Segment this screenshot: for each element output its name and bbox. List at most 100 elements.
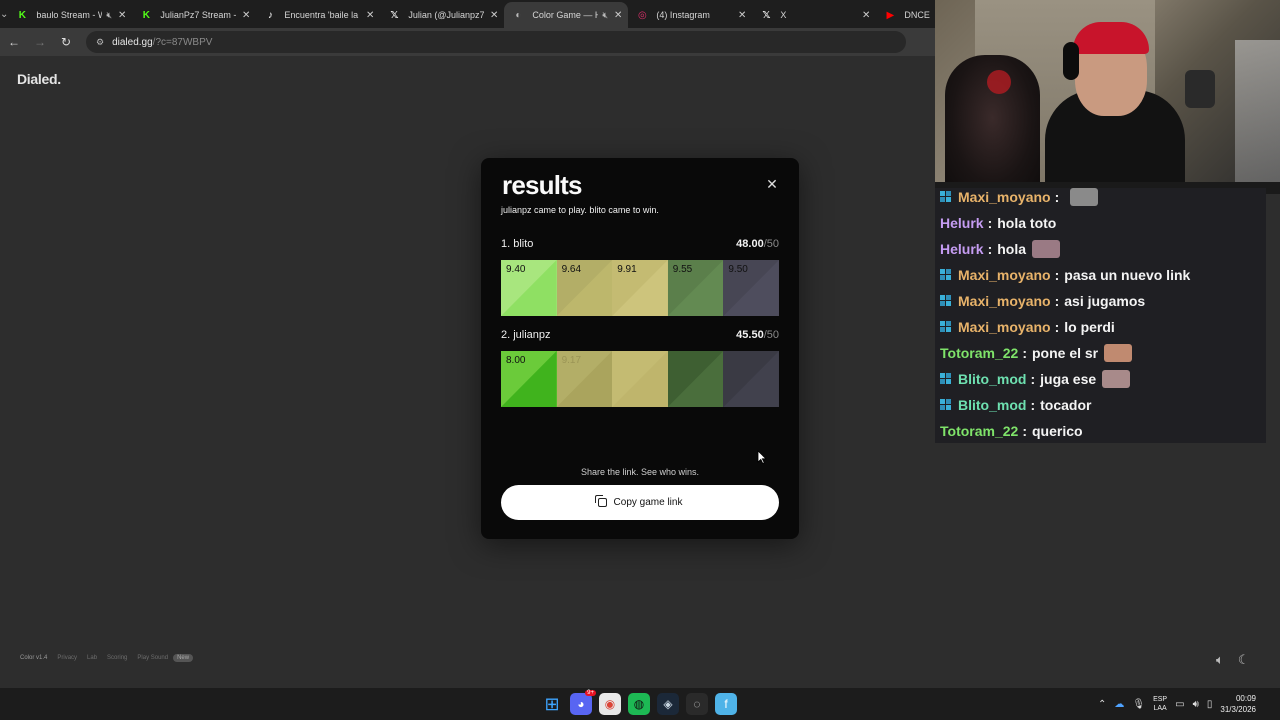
- round-score: 9.64: [561, 264, 582, 275]
- instagram-icon: ◎: [638, 9, 647, 21]
- page-controls: 🔈︎ ☾: [1216, 652, 1249, 668]
- url-bar[interactable]: ⚙ dialed.gg/?c=87WBPV: [86, 31, 906, 53]
- close-tab-icon[interactable]: ✕: [490, 10, 498, 21]
- browser-tab[interactable]: 𝕏 X ✕: [752, 2, 876, 28]
- reload-icon[interactable]: ↻: [54, 30, 78, 54]
- chat-separator: :: [1022, 423, 1027, 439]
- chat-username[interactable]: Maxi_moyano: [958, 293, 1051, 309]
- cloud-icon[interactable]: ☁: [1114, 699, 1124, 710]
- spotify-icon[interactable]: ◍: [628, 693, 650, 715]
- url-host: dialed.gg: [112, 36, 153, 48]
- player-score: 45.50/50: [736, 329, 779, 341]
- footer-link-lab[interactable]: Lab: [87, 655, 97, 661]
- new-badge: New: [173, 654, 194, 662]
- browser-tab[interactable]: 𝕏 Julian (@Julianpz7) / ✕: [380, 2, 504, 28]
- chevron-up-icon[interactable]: ⌃: [1098, 699, 1106, 710]
- chat-username[interactable]: Maxi_moyano: [958, 189, 1051, 205]
- copy-game-link-button[interactable]: Copy game link: [501, 485, 779, 520]
- close-tab-icon[interactable]: ✕: [614, 10, 622, 21]
- url-path: /?c=87WBPV: [152, 36, 213, 48]
- chat-username[interactable]: Helurk: [940, 241, 984, 257]
- display-icon[interactable]: ▭: [1175, 699, 1184, 710]
- chrome-icon[interactable]: ◉: [599, 693, 621, 715]
- steam-icon[interactable]: ◈: [657, 693, 679, 715]
- chat-separator: :: [1022, 345, 1027, 361]
- browser-tab[interactable]: K JulianPz7 Stream - Ki ✕: [132, 2, 256, 28]
- mute-icon[interactable]: 🔇︎: [602, 10, 608, 21]
- system-tray: ⌃ ☁ 🎙︎ ESP LAA ▭ 🔊︎ ▯ 00:09 31/3/2026: [1098, 688, 1256, 720]
- filmora-icon[interactable]: f: [715, 693, 737, 715]
- chat-message: Totoram_22: pone el sr: [935, 340, 1266, 366]
- chat-text: hola toto: [997, 215, 1057, 231]
- chat-username[interactable]: Blito_mod: [958, 371, 1026, 387]
- clock[interactable]: 00:09 31/3/2026: [1220, 693, 1256, 715]
- color-swatch: 9.55: [667, 260, 724, 316]
- browser-tab-bar: ⌄ Kbaulo Stream - W 🔇︎ ✕ K JulianPz7 Stream …: [0, 0, 935, 28]
- browser-tab[interactable]: ♪ Encuentra 'baile la ch ✕: [256, 2, 380, 28]
- moon-icon[interactable]: ☾: [1238, 652, 1250, 668]
- chat-username[interactable]: Totoram_22: [940, 345, 1018, 361]
- tab-search-menu-icon[interactable]: ⌄: [0, 0, 8, 28]
- chat-message: Maxi_moyano: pasa un nuevo link: [935, 262, 1266, 288]
- back-arrow-icon[interactable]: ←: [2, 30, 26, 54]
- chat-text: querico: [1032, 423, 1083, 439]
- kick-icon: K: [18, 9, 26, 21]
- color-swatch: 9.50: [723, 260, 779, 316]
- speaker-icon[interactable]: 🔈︎: [1216, 652, 1224, 668]
- volume-icon[interactable]: 🔊︎: [1193, 699, 1199, 710]
- round-score: 8.00: [506, 355, 526, 366]
- player-name: 2. julianpz: [501, 329, 551, 341]
- footer-link-play-sound[interactable]: Play Sound: [137, 655, 168, 661]
- chat-username[interactable]: Blito_mod: [958, 397, 1026, 413]
- close-tab-icon[interactable]: ✕: [242, 10, 250, 21]
- chat-username[interactable]: Totoram_22: [940, 423, 1018, 439]
- site-info-icon[interactable]: ⚙: [96, 37, 104, 48]
- round-score: 9.17: [561, 355, 582, 366]
- mic-icon[interactable]: 🎙︎: [1132, 699, 1145, 710]
- youtube-icon: ▶: [886, 9, 895, 21]
- discord-icon[interactable]: ◕ 9+: [570, 690, 596, 715]
- language-indicator[interactable]: ESP LAA: [1153, 695, 1167, 713]
- footer-link-privacy[interactable]: Privacy: [57, 655, 77, 661]
- chat-username[interactable]: Maxi_moyano: [958, 319, 1051, 335]
- chat-badge-icon: [940, 399, 952, 411]
- battery-icon[interactable]: ▯: [1207, 699, 1213, 710]
- version-label: Color v1.4: [20, 655, 48, 661]
- stream-chat: Maxi_moyano: Helurk: hola toto Helurk: hola M…: [935, 188, 1266, 443]
- tab-title: Encuentra 'baile la ch: [284, 10, 360, 20]
- windows-start-icon[interactable]: ⊞: [541, 693, 563, 715]
- footer-link-scoring[interactable]: Scoring: [107, 655, 127, 661]
- results-modal: results ✕ julianpz came to play. blito c…: [481, 158, 799, 539]
- page-footer: Color v1.4 Privacy Lab Scoring Play Soun…: [20, 654, 203, 662]
- color-game-icon: ◐: [515, 9, 522, 21]
- chat-badge-icon: [940, 373, 952, 385]
- color-swatch: [612, 351, 668, 407]
- close-tab-icon[interactable]: ✕: [118, 10, 126, 21]
- browser-tab[interactable]: ◎ (4) Instagram ✕: [628, 2, 752, 28]
- color-swatch: 9.64: [556, 260, 613, 316]
- brand-logo[interactable]: Dialed.: [17, 71, 61, 87]
- round-score: 9.40: [506, 264, 526, 275]
- close-tab-icon[interactable]: ✕: [862, 10, 870, 21]
- close-tab-icon[interactable]: ✕: [366, 10, 374, 21]
- color-swatch: [667, 351, 724, 407]
- chat-emote-icon: [1032, 240, 1061, 258]
- notification-badge: 9+: [585, 690, 596, 696]
- obs-icon[interactable]: ◌: [686, 693, 708, 715]
- browser-toolbar: ← → ↻ ⚙ dialed.gg/?c=87WBPV: [0, 28, 935, 56]
- browser-tab[interactable]: Kbaulo Stream - W 🔇︎ ✕: [8, 2, 132, 28]
- close-tab-icon[interactable]: ✕: [738, 10, 746, 21]
- mute-icon[interactable]: 🔇︎: [106, 10, 112, 21]
- round-score: 9.50: [728, 264, 748, 275]
- chat-username[interactable]: Maxi_moyano: [958, 267, 1051, 283]
- browser-tab[interactable]: ◐ Color Game — H 🔇︎ ✕: [504, 2, 629, 28]
- kick-icon: K: [142, 9, 150, 21]
- chat-message: Maxi_moyano: lo perdi: [935, 314, 1266, 340]
- chat-message: Maxi_moyano:: [935, 188, 1266, 210]
- chat-username[interactable]: Helurk: [940, 215, 984, 231]
- chat-text: tocador: [1040, 397, 1092, 413]
- red-cap: [1073, 22, 1149, 54]
- close-icon[interactable]: ✕: [764, 176, 780, 192]
- chat-message: Maxi_moyano: asi jugamos: [935, 288, 1266, 314]
- forward-arrow-icon[interactable]: →: [28, 30, 52, 54]
